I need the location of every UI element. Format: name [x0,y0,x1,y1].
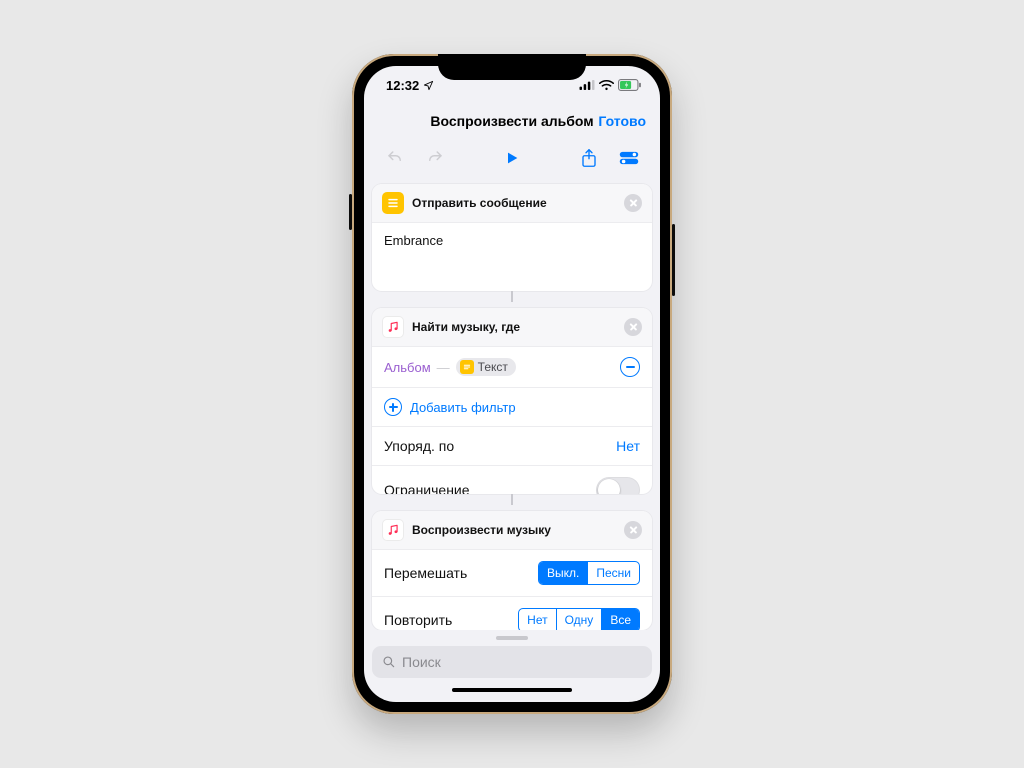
card-title: Найти музыку, где [412,320,616,334]
limit-toggle[interactable] [596,477,640,494]
undo-button[interactable] [380,149,410,167]
shuffle-segmented-control[interactable]: Выкл.Песни [538,561,640,585]
shuffle-row: Перемешать Выкл.Песни [372,550,652,597]
filter-row: Альбом — Текст [372,347,652,388]
action-card-send-message[interactable]: Отправить сообщение Embrance [372,184,652,291]
remove-filter-button[interactable] [620,357,640,377]
signal-icon [579,80,595,90]
card-title: Воспроизвести музыку [412,523,616,537]
card-title: Отправить сообщение [412,196,616,210]
sort-label: Упоряд. по [384,438,454,454]
notch [438,54,586,80]
home-indicator[interactable] [452,688,572,692]
wifi-icon [599,80,614,91]
nav-bar: Воспроизвести альбом Готово [364,104,660,138]
seg-option[interactable]: Все [602,609,639,630]
text-var-icon [460,360,474,374]
filter-field[interactable]: Альбом [384,360,431,375]
action-card-play-music[interactable]: Воспроизвести музыку Перемешать Выкл.Пес… [372,511,652,630]
sort-value: Нет [616,438,640,454]
repeat-label: Повторить [384,612,452,628]
list-icon [382,192,404,214]
screen: 12:32 Воспроизвести альбом Готово [364,66,660,702]
location-arrow-icon [423,80,434,91]
redo-button[interactable] [420,149,450,167]
search-input[interactable]: Поиск [372,646,652,678]
delete-card-button[interactable] [624,521,642,539]
share-button[interactable] [574,148,604,168]
action-card-find-music[interactable]: Найти музыку, где Альбом — Текст [372,308,652,494]
seg-option[interactable]: Одну [557,609,603,630]
music-app-icon [382,519,404,541]
page-title: Воспроизвести альбом [430,113,593,129]
sort-by-row[interactable]: Упоряд. по Нет [372,427,652,466]
bottom-sheet: Поиск [364,630,660,702]
delete-card-button[interactable] [624,194,642,212]
repeat-row: Повторить НетОднуВсе [372,597,652,630]
repeat-segmented-control[interactable]: НетОднуВсе [518,608,640,630]
connector-line [511,494,513,505]
play-button[interactable] [497,150,527,166]
seg-option[interactable]: Выкл. [539,562,588,584]
limit-row: Ограничение [372,466,652,494]
music-app-icon [382,316,404,338]
seg-option[interactable]: Нет [519,609,556,630]
settings-toggles-button[interactable] [614,150,644,166]
add-filter-button[interactable]: Добавить фильтр [372,388,652,427]
battery-icon [618,79,642,91]
shuffle-label: Перемешать [384,565,467,581]
plus-circle-icon [384,398,402,416]
status-time: 12:32 [386,78,419,93]
message-text-input[interactable]: Embrance [372,223,652,291]
editor-toolbar [364,138,660,178]
delete-card-button[interactable] [624,318,642,336]
sheet-grabber[interactable] [496,636,528,640]
phone-frame: 12:32 Воспроизвести альбом Готово [352,54,672,714]
workflow-canvas: Отправить сообщение Embrance Найти музык… [364,178,660,630]
filter-value-pill[interactable]: Текст [456,358,516,376]
done-button[interactable]: Готово [598,113,646,129]
seg-option[interactable]: Песни [588,562,639,584]
pill-label: Текст [478,360,508,374]
connector-line [511,291,513,302]
search-icon [382,655,396,669]
add-filter-label: Добавить фильтр [410,400,516,415]
limit-label: Ограничение [384,482,470,494]
search-placeholder: Поиск [402,654,441,670]
